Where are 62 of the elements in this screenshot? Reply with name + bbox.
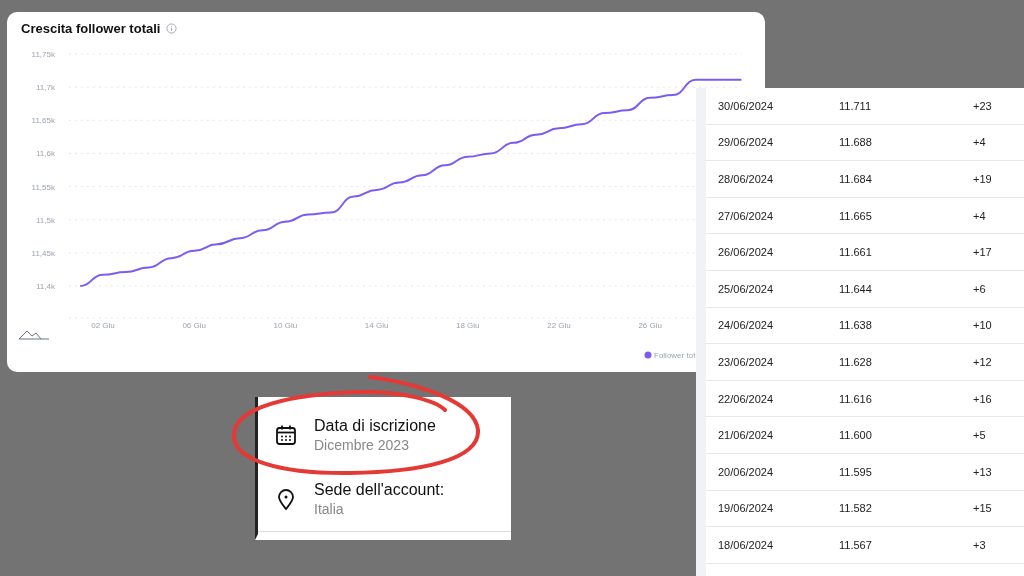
date-cell-text: 22/06/2024 xyxy=(717,392,775,405)
total-cell-text: 11.595 xyxy=(839,465,873,478)
y-tick-label: 11,6k xyxy=(36,149,55,159)
y-tick-label: 11,75k xyxy=(31,50,55,59)
total-cell-text: 11.628 xyxy=(839,355,873,368)
total-cell-text: 11.582 xyxy=(839,502,873,515)
calendar-icon xyxy=(274,423,298,447)
x-tick-label: 22 Giu xyxy=(547,321,571,330)
total-cell-text: 11.684 xyxy=(839,173,873,185)
total-cell-text: 11.688 xyxy=(839,136,873,149)
change-cell-text: +15 xyxy=(973,502,993,515)
x-tick-label: 26 Giu xyxy=(638,321,662,330)
change-cell-text: +12 xyxy=(973,355,993,368)
y-tick-label: 11,5k xyxy=(36,215,55,225)
date-cell-text: 25/06/2024 xyxy=(717,282,775,295)
chart-type-icon[interactable] xyxy=(18,330,50,340)
date-cell-text: 18/06/2024 xyxy=(717,538,775,551)
chart-title: Crescita follower totali xyxy=(21,21,161,36)
info-label: Data di iscrizione xyxy=(314,417,436,435)
info-label: Sede dell'account: xyxy=(314,481,445,499)
change-cell-text: +4 xyxy=(973,136,987,149)
total-cell-text: 11.567 xyxy=(839,538,873,551)
change-cell-text: +23 xyxy=(973,99,993,112)
x-tick-label: 10 Giu xyxy=(273,321,298,330)
date-cell-text: 21/06/2024 xyxy=(717,429,775,442)
change-cell-text: +13 xyxy=(973,465,993,478)
y-tick-label: 11,7k xyxy=(36,83,55,93)
total-cell-text: 11.661 xyxy=(839,246,873,259)
change-cell-text: +19 xyxy=(973,173,993,185)
total-cell-text: 11.644 xyxy=(839,282,873,295)
y-tick-label: 11,45k xyxy=(31,248,55,258)
date-cell-text: 30/06/2024 xyxy=(717,99,775,112)
date-cell-text: 23/06/2024 xyxy=(717,355,775,368)
change-cell-text: +6 xyxy=(973,282,987,295)
change-cell-text: +17 xyxy=(973,246,993,259)
date-cell-text: 29/06/2024 xyxy=(717,136,775,149)
change-cell-text: +10 xyxy=(973,319,993,332)
total-cell-text: 11.711 xyxy=(839,99,872,112)
date-cell-text: 26/06/2024 xyxy=(717,246,775,259)
y-tick-label: 11,55k xyxy=(31,182,55,192)
total-cell-text: 11.638 xyxy=(839,319,873,332)
total-cell-text: 11.616 xyxy=(839,392,873,405)
date-cell-text: 27/06/2024 xyxy=(717,209,775,222)
date-cell-text: 24/06/2024 xyxy=(717,319,775,332)
info-value: Dicembre 2023 xyxy=(314,437,410,453)
y-tick-label: 11,65k xyxy=(31,116,55,126)
y-tick-label: 11,4k xyxy=(36,282,55,291)
info-value: Italia xyxy=(314,501,345,517)
x-tick-label: 06 Giu xyxy=(182,321,206,330)
x-tick-label: 14 Giu xyxy=(364,321,389,330)
change-cell-text: +4 xyxy=(973,209,987,222)
change-cell-text: +16 xyxy=(973,392,993,405)
total-cell-text: 11.600 xyxy=(839,429,873,442)
date-cell-text: 19/06/2024 xyxy=(717,502,775,515)
date-cell-text: 20/06/2024 xyxy=(717,465,775,478)
x-tick-label: 18 Giu xyxy=(456,321,480,330)
date-cell-text: 28/06/2024 xyxy=(717,173,775,185)
change-cell-text: +5 xyxy=(973,429,987,442)
total-cell-text: 11.665 xyxy=(839,209,873,222)
change-cell-text: +3 xyxy=(973,538,987,551)
legend-label[interactable]: Follower tot xyxy=(654,351,696,360)
x-tick-label: 02 Giu xyxy=(91,321,115,330)
